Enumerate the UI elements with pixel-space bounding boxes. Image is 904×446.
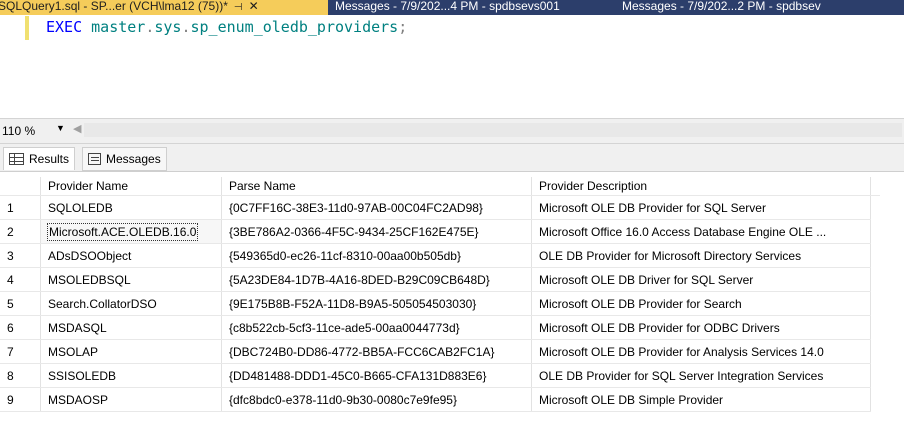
cell-provider-description[interactable]: Microsoft OLE DB Driver for SQL Server — [531, 267, 871, 292]
table-row[interactable]: 9 MSDAOSP {dfc8bdc0-e378-11d0-9b30-0080c… — [0, 387, 880, 412]
keyword-exec: EXEC — [46, 18, 83, 36]
column-header-provider-description[interactable]: Provider Description — [531, 177, 871, 196]
table-row[interactable]: 8 SSISOLEDB {DD481488-DDD1-45C0-B665-CFA… — [0, 363, 880, 388]
object-procedure: sp_enum_oledb_providers — [190, 18, 399, 36]
cell-parse-name[interactable]: {3BE786A2-0366-4F5C-9434-25CF162E475E} — [221, 219, 532, 244]
results-grid[interactable]: Provider Name Parse Name Provider Descri… — [0, 172, 904, 446]
zoom-level[interactable]: 110 % — [2, 124, 35, 138]
cell-provider-description[interactable]: OLE DB Provider for Microsoft Directory … — [531, 243, 871, 268]
scroll-left-icon[interactable]: ◀ — [73, 122, 81, 135]
row-number[interactable]: 9 — [0, 387, 41, 412]
table-row[interactable]: 5 Search.CollatorDSO {9E175B8B-F52A-11D8… — [0, 291, 880, 316]
column-header-filler — [870, 177, 880, 196]
cell-provider-description[interactable]: Microsoft OLE DB Provider for Search — [531, 291, 871, 316]
chevron-down-icon[interactable]: ▼ — [56, 123, 65, 133]
cell-provider-description[interactable]: Microsoft OLE DB Provider for SQL Server — [531, 195, 871, 220]
cell-provider-name[interactable]: ADsDSOObject — [40, 243, 222, 268]
table-row[interactable]: 3 ADsDSOObject {549365d0-ec26-11cf-8310-… — [0, 243, 880, 268]
cell-parse-name[interactable]: {0C7FF16C-38E3-11d0-97AB-00C04FC2AD98} — [221, 195, 532, 220]
tab-messages-1[interactable]: Messages - 7/9/202...4 PM - spdbsevs001 — [335, 0, 560, 15]
table-row[interactable]: 4 MSOLEDBSQL {5A23DE84-1D7B-4A16-8DED-B2… — [0, 267, 880, 292]
row-number[interactable]: 2 — [0, 219, 41, 244]
row-number[interactable]: 5 — [0, 291, 41, 316]
tab-sqlquery1-label: SQLQuery1.sql - SP...er (VCH\lma12 (75))… — [0, 0, 228, 13]
code-line-1[interactable]: EXEC master.sys.sp_enum_oledb_providers; — [46, 16, 407, 38]
row-number[interactable]: 6 — [0, 315, 41, 340]
row-number[interactable]: 1 — [0, 195, 41, 220]
tab-results-label: Results — [29, 152, 70, 166]
cell-parse-name[interactable]: {9E175B8B-F52A-11D8-B9A5-505054503030} — [221, 291, 532, 316]
cell-provider-name-selected[interactable]: Microsoft.ACE.OLEDB.16.0 — [40, 219, 222, 244]
cell-parse-name[interactable]: {dfc8bdc0-e378-11d0-9b30-0080c7e9fe95} — [221, 387, 532, 412]
cell-provider-name[interactable]: Search.CollatorDSO — [40, 291, 222, 316]
cell-parse-name[interactable]: {DBC724B0-DD86-4772-BB5A-FCC6CAB2FC1A} — [221, 339, 532, 364]
horizontal-scrollbar[interactable] — [84, 123, 902, 137]
cell-provider-name[interactable]: MSOLEDBSQL — [40, 267, 222, 292]
cell-provider-name[interactable]: SQLOLEDB — [40, 195, 222, 220]
close-icon[interactable]: ✕ — [249, 0, 259, 13]
table-row[interactable]: 7 MSOLAP {DBC724B0-DD86-4772-BB5A-FCC6CA… — [0, 339, 880, 364]
cell-provider-name[interactable]: MSDASQL — [40, 315, 222, 340]
cell-provider-description[interactable]: OLE DB Provider for SQL Server Integrati… — [531, 363, 871, 388]
selected-cell-text: Microsoft.ACE.OLEDB.16.0 — [46, 222, 199, 241]
cell-provider-description[interactable]: Microsoft Office 16.0 Access Database En… — [531, 219, 871, 244]
cell-provider-description[interactable]: Microsoft OLE DB Provider for ODBC Drive… — [531, 315, 871, 340]
tab-messages-label: Messages — [106, 152, 161, 166]
corner-header[interactable] — [0, 177, 41, 196]
cell-parse-name[interactable]: {DD481488-DDD1-45C0-B665-CFA131D883E6} — [221, 363, 532, 388]
table-row[interactable]: 2 Microsoft.ACE.OLEDB.16.0 {3BE786A2-036… — [0, 219, 880, 244]
grid-icon — [9, 153, 24, 165]
object-sys: sys — [154, 18, 182, 36]
cell-provider-name[interactable]: SSISOLEDB — [40, 363, 222, 388]
document-tab-strip: SQLQuery1.sql - SP...er (VCH\lma12 (75))… — [0, 0, 904, 15]
change-marker — [25, 16, 29, 40]
result-tabs: Results Messages — [0, 144, 904, 172]
zoom-bar: 110 % ▼ ◀ — [0, 118, 904, 144]
cell-provider-description[interactable]: Microsoft OLE DB Provider for Analysis S… — [531, 339, 871, 364]
row-number[interactable]: 8 — [0, 363, 41, 388]
cell-provider-name[interactable]: MSOLAP — [40, 339, 222, 364]
row-number[interactable]: 4 — [0, 267, 41, 292]
dot-separator: . — [181, 18, 191, 36]
tab-results[interactable]: Results — [3, 147, 76, 170]
object-master: master — [91, 18, 146, 36]
table-row[interactable]: 6 MSDASQL {c8b522cb-5cf3-11ce-ade5-00aa0… — [0, 315, 880, 340]
cell-parse-name[interactable]: {549365d0-ec26-11cf-8310-00aa00b505db} — [221, 243, 532, 268]
cell-parse-name[interactable]: {5A23DE84-1D7B-4A16-8DED-B29C09CB648D} — [221, 267, 532, 292]
cell-provider-description[interactable]: Microsoft OLE DB Simple Provider — [531, 387, 871, 412]
query-editor[interactable]: EXEC master.sys.sp_enum_oledb_providers; — [0, 15, 904, 118]
cell-parse-name[interactable]: {c8b522cb-5cf3-11ce-ade5-00aa0044773d} — [221, 315, 532, 340]
table-row[interactable]: 1 SQLOLEDB {0C7FF16C-38E3-11d0-97AB-00C0… — [0, 195, 880, 220]
row-number[interactable]: 3 — [0, 243, 41, 268]
tab-sqlquery1[interactable]: SQLQuery1.sql - SP...er (VCH\lma12 (75))… — [0, 0, 328, 15]
results-table: Provider Name Parse Name Provider Descri… — [0, 177, 880, 412]
tab-messages-2[interactable]: Messages - 7/9/202...2 PM - spdbsev — [622, 0, 821, 15]
column-header-parse-name[interactable]: Parse Name — [221, 177, 532, 196]
column-header-provider-name[interactable]: Provider Name — [40, 177, 222, 196]
tab-messages[interactable]: Messages — [82, 147, 167, 171]
cell-provider-name[interactable]: MSDAOSP — [40, 387, 222, 412]
semicolon: ; — [398, 18, 408, 36]
messages-icon — [88, 153, 101, 165]
pin-icon[interactable]: ⊣ — [234, 2, 243, 13]
header-row: Provider Name Parse Name Provider Descri… — [0, 177, 880, 196]
row-number[interactable]: 7 — [0, 339, 41, 364]
